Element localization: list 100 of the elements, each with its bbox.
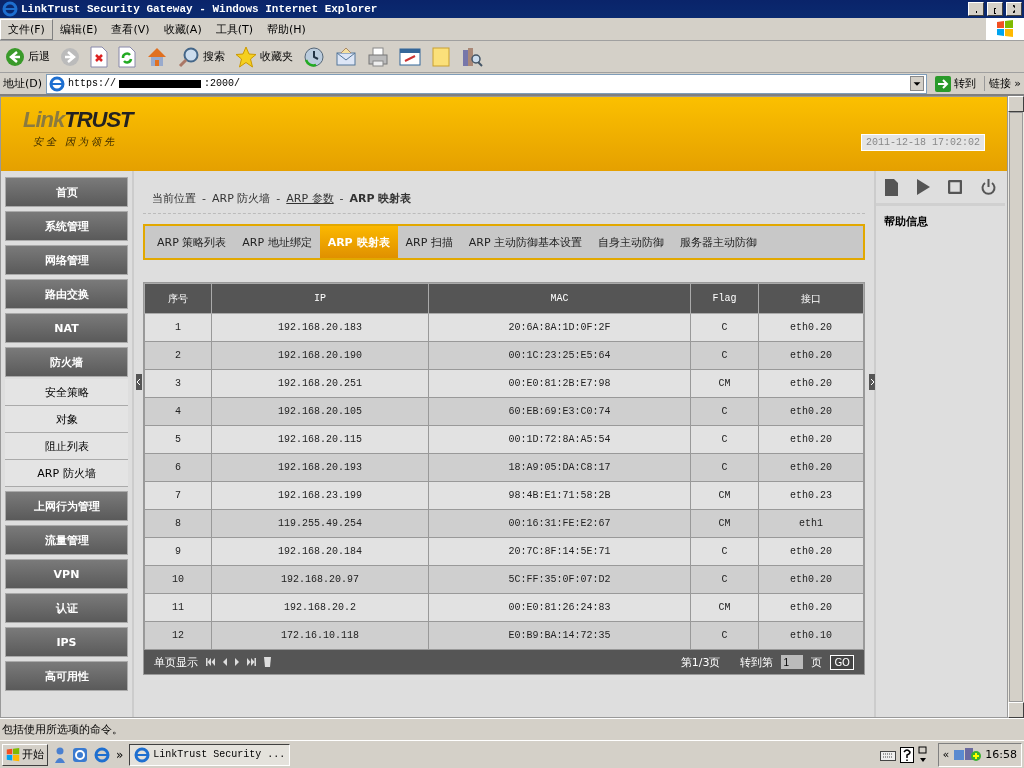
toolbar-button[interactable]: 收藏夹 (233, 45, 295, 68)
table-cell: 8 (144, 509, 212, 538)
restore-button[interactable] (987, 2, 1003, 16)
table-cell: C (690, 621, 759, 650)
table-cell: 7 (144, 481, 212, 510)
menu-item[interactable]: 工具(T) (208, 19, 260, 39)
nav-subitem[interactable]: 安全策略 (5, 379, 128, 406)
help-icon[interactable] (899, 746, 914, 763)
table-cell: eth0.10 (758, 621, 864, 650)
browser-icon (134, 746, 151, 763)
nav-button[interactable]: 流量管理 (5, 525, 128, 555)
nav-button[interactable]: 防火墙 (5, 347, 128, 377)
last-page-icon[interactable] (247, 658, 256, 666)
goto-label: 转到第 (740, 654, 774, 670)
table-cell: 00:E0:81:2B:E7:98 (428, 369, 691, 398)
tab[interactable]: ARP 策略列表 (149, 226, 235, 258)
minimize-button[interactable] (968, 2, 984, 16)
person-icon[interactable] (54, 746, 66, 763)
keyboard-icon[interactable] (879, 748, 896, 761)
breadcrumb-item: ARP 映射表 (349, 190, 412, 206)
column-header: Flag (690, 283, 759, 314)
table-cell: eth0.20 (758, 425, 864, 454)
play-icon[interactable] (916, 179, 930, 195)
browser-icon (94, 746, 110, 763)
address-field[interactable]: https:// :2000/ (46, 73, 927, 94)
close-button[interactable] (1006, 2, 1022, 16)
nav-button[interactable]: 首页 (5, 177, 128, 207)
tab[interactable]: ARP 地址绑定 (234, 226, 320, 258)
table-cell: 18:A9:05:DA:C8:17 (428, 453, 691, 482)
table-cell: 9 (144, 537, 212, 566)
menu-item[interactable]: 编辑(E) (52, 19, 105, 39)
search-icon[interactable] (178, 45, 200, 68)
datetime-display: 2011-12-18 17:02:02 (860, 134, 985, 151)
nav-subitem[interactable]: ARP 防火墙 (5, 460, 128, 487)
network-icon[interactable] (953, 746, 982, 763)
stop-icon[interactable] (948, 180, 963, 194)
table-cell: 12 (144, 621, 212, 650)
menu-item[interactable]: 文件(F) (0, 18, 53, 40)
tab[interactable]: 自身主动防御 (590, 226, 673, 258)
nav-subitem[interactable]: 阻止列表 (5, 433, 128, 460)
trash-icon[interactable] (264, 657, 271, 667)
nav-button[interactable]: 高可用性 (5, 661, 128, 691)
menu-item[interactable]: 查看(V) (104, 19, 157, 39)
menu-item[interactable]: 帮助(H) (260, 19, 313, 39)
taskbar-button[interactable]: LinkTrust Security ... (129, 743, 291, 766)
go-button[interactable]: GO (830, 654, 854, 670)
start-button[interactable]: 开始 (2, 743, 48, 766)
nav-button[interactable]: 系统管理 (5, 211, 128, 241)
go-button[interactable]: 转到 (930, 75, 980, 92)
scrollbar[interactable] (1008, 96, 1024, 718)
previous-page-icon[interactable] (223, 658, 227, 666)
nav-button[interactable]: IPS (5, 627, 128, 657)
collapse-left-handle[interactable] (136, 374, 142, 390)
nav-subitem[interactable]: 对象 (5, 406, 128, 433)
clock: 16:58 (985, 748, 1017, 761)
nav-button[interactable]: VPN (5, 559, 128, 589)
status-text: 包括使用所选项的命令。 (2, 722, 123, 737)
table-cell: 192.168.23.199 (211, 481, 429, 510)
tray-expand[interactable]: « (942, 748, 950, 761)
star-icon[interactable] (235, 45, 257, 68)
table-cell: 192.168.20.2 (211, 593, 429, 622)
table-cell: eth0.20 (758, 313, 864, 342)
page-input[interactable]: 1 (781, 655, 804, 669)
dropdown-icon[interactable] (909, 76, 924, 91)
column-header: IP (211, 283, 429, 314)
table-cell: 00:E0:81:26:24:83 (428, 593, 691, 622)
next-page-icon[interactable] (235, 658, 239, 666)
help-title: 帮助信息 (883, 214, 929, 230)
table-cell: C (690, 425, 759, 454)
collapse-right-handle[interactable] (869, 374, 875, 390)
first-page-icon[interactable] (206, 658, 215, 666)
quicklaunch-more[interactable]: » (116, 747, 124, 762)
nav-button[interactable]: 认证 (5, 593, 128, 623)
nav-button[interactable]: 网络管理 (5, 245, 128, 275)
power-icon[interactable] (980, 179, 996, 195)
nav-button[interactable]: 路由交换 (5, 279, 128, 309)
nav-button[interactable]: 上网行为管理 (5, 491, 128, 521)
browser-icon (2, 1, 18, 17)
table-cell: 10 (144, 565, 212, 594)
slogan: 安全 因为领先 (33, 135, 119, 149)
toolbar-button[interactable]: 后退 (3, 46, 52, 67)
toolbar-button[interactable]: 搜索 (176, 45, 227, 68)
table-cell: 4 (144, 397, 212, 426)
menu-item[interactable]: 收藏(A) (156, 19, 209, 39)
back-icon[interactable] (5, 46, 25, 67)
tab[interactable]: ARP 扫描 (397, 226, 461, 258)
table-cell: eth0.20 (758, 369, 864, 398)
nav-button[interactable]: NAT (5, 313, 128, 343)
document-icon[interactable] (885, 178, 899, 196)
breadcrumb-item: 当前位置 (152, 190, 196, 206)
table-cell: eth0.20 (758, 537, 864, 566)
windows-logo-icon (996, 20, 1014, 38)
table-cell: 11 (144, 593, 212, 622)
breadcrumb-link[interactable]: ARP 参数 (286, 190, 334, 206)
tab[interactable]: ARP 主动防御基本设置 (460, 226, 591, 258)
tab[interactable]: 服务器主动防御 (672, 226, 766, 258)
links-menu[interactable]: 链接 » (983, 76, 1021, 91)
table-cell: 192.168.20.190 (211, 341, 429, 370)
table-cell: eth0.20 (758, 397, 864, 426)
table-cell: eth0.20 (758, 593, 864, 622)
